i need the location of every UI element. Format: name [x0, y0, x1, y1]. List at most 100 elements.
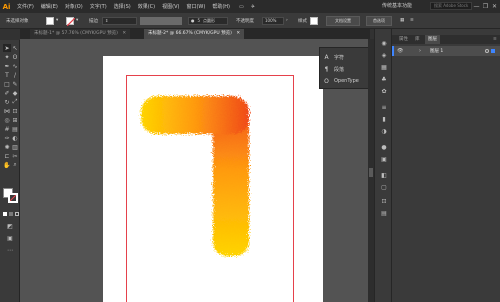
selection-tool-icon[interactable]: ➤ [3, 44, 11, 52]
opacity-dropdown-icon[interactable]: › [286, 18, 288, 23]
preferences-button[interactable]: 首选项 [366, 16, 392, 26]
menu-view[interactable]: 视图(V) [162, 3, 179, 10]
menu-file[interactable]: 文件(F) [17, 3, 34, 10]
menu-select[interactable]: 选择(S) [114, 3, 131, 10]
expand-caret-icon[interactable]: › [419, 48, 421, 54]
brushes-icon[interactable]: ♣ [380, 75, 388, 83]
gradient-panel-icon[interactable]: ▮ [380, 115, 388, 123]
workspace-switcher[interactable]: 传统基本功能 [382, 2, 412, 9]
character-panel-button[interactable]: A 字符 [322, 51, 344, 63]
arrange-documents-icon[interactable]: ▭ [239, 4, 244, 10]
panel-menu-icon[interactable]: ≡ [410, 18, 414, 23]
tab-properties[interactable]: 属性 [396, 35, 411, 44]
line-tool-icon[interactable]: / [11, 71, 19, 79]
stroke-weight-field[interactable]: ⇕ [102, 17, 137, 25]
scrollbar-thumb[interactable] [369, 168, 373, 177]
artboards-icon[interactable]: ▢ [380, 183, 388, 191]
mesh-tool-icon[interactable]: # [3, 125, 11, 133]
curvature-tool-icon[interactable]: ∿ [11, 62, 19, 70]
direct-selection-tool-icon[interactable]: ↖ [11, 44, 19, 52]
slice-tool-icon[interactable]: ✂ [11, 152, 19, 160]
stroke-swatch[interactable] [66, 17, 76, 27]
furry-l-shape[interactable] [135, 90, 255, 265]
visibility-eye-icon[interactable]: 👁 [397, 48, 403, 54]
tab-document-2[interactable]: 未标题-2* @ 66.67% (CMYK/GPU 预览) ✕ [144, 29, 245, 39]
color-mode-icon[interactable] [3, 212, 7, 216]
more-tools-icon[interactable]: ⋯ [6, 246, 14, 254]
document-setup-button[interactable]: 文档设置 [326, 16, 360, 26]
gradient-tool-icon[interactable]: ▤ [11, 125, 19, 133]
tab-document-1[interactable]: 未标题-1* @ 57.76% (CMYK/GPU 预览) ✕ [30, 29, 131, 39]
selection-indicator[interactable] [491, 49, 495, 53]
menu-object[interactable]: 对象(O) [65, 3, 83, 10]
eraser-icon[interactable]: ◆ [11, 89, 19, 97]
layers-panel-tabs: 属性 库 图层 ≡ [392, 35, 500, 44]
draw-mode-icon[interactable]: ◩ [6, 222, 14, 230]
rectangle-tool-icon[interactable]: □ [3, 80, 11, 88]
symbols-icon[interactable]: ✿ [380, 87, 388, 95]
arrange-icon[interactable]: ▦ [400, 18, 404, 23]
none-mode-icon[interactable] [15, 212, 19, 216]
stock-search-input[interactable]: 搜索 Adobe Stock [430, 2, 472, 10]
width-tool-icon[interactable]: ⋈ [3, 107, 11, 115]
layer-row[interactable]: 👁 › 图层 1 [392, 46, 500, 56]
free-transform-icon[interactable]: ⊡ [11, 107, 19, 115]
brush-definition[interactable]: ● 5 点圆形 [188, 17, 228, 25]
hand-tool-icon[interactable]: ✋ [3, 161, 11, 169]
align-icon[interactable]: ▤ [380, 209, 388, 217]
menu-type[interactable]: 文字(T) [90, 3, 107, 10]
opacity-label[interactable]: 不透明度 [236, 18, 254, 24]
transparency-icon[interactable]: ◑ [380, 127, 388, 135]
stroke-dropdown-icon[interactable]: ▾ [76, 18, 78, 23]
tab-close-icon[interactable]: ✕ [122, 31, 126, 36]
menu-edit[interactable]: 编辑(E) [41, 3, 58, 10]
fill-swatch[interactable] [46, 17, 54, 25]
minimize-button[interactable]: — [472, 0, 481, 13]
paragraph-panel-button[interactable]: ¶ 段落 [322, 63, 344, 75]
scale-tool-icon[interactable]: ⤢ [11, 98, 19, 106]
panel-menu-icon[interactable]: ≡ [490, 35, 500, 44]
layer-name[interactable]: 图层 1 [430, 48, 443, 54]
perspective-grid-icon[interactable]: ⊞ [11, 116, 19, 124]
zoom-tool-icon[interactable]: ⌕ [11, 161, 19, 169]
target-circle-icon[interactable] [485, 49, 489, 53]
restore-button[interactable]: ❐ [481, 0, 490, 13]
tab-layers[interactable]: 图层 [425, 35, 440, 44]
stroke-color-swatch[interactable] [8, 193, 18, 203]
paintbrush-icon[interactable]: ✎ [11, 80, 19, 88]
menu-window[interactable]: 窗口(W) [186, 3, 205, 10]
type-tool-icon[interactable]: T [3, 71, 11, 79]
swatches-icon[interactable]: ▦ [380, 63, 388, 71]
magic-wand-icon[interactable]: ✦ [3, 53, 11, 61]
appearance-icon[interactable]: ● [380, 143, 388, 151]
variable-width-profile[interactable] [140, 17, 182, 25]
gradient-mode-icon[interactable] [9, 212, 13, 216]
menu-effect[interactable]: 效果(C) [138, 3, 155, 10]
color-guide-icon[interactable]: ◈ [380, 51, 388, 59]
graphic-style-swatch[interactable] [310, 17, 318, 25]
rotate-tool-icon[interactable]: ↻ [3, 98, 11, 106]
opacity-field[interactable]: 100% [262, 17, 284, 25]
shaper-tool-icon[interactable]: ✐ [3, 89, 11, 97]
lasso-icon[interactable]: ʘ [11, 53, 19, 61]
graphic-styles-icon[interactable]: ▣ [380, 155, 388, 163]
pen-tool-icon[interactable]: ✒ [3, 62, 11, 70]
stroke-panel-icon[interactable]: ≡ [380, 103, 388, 111]
artboard-tool-icon[interactable]: ⊏ [3, 152, 11, 160]
opentype-panel-button[interactable]: O OpenType [322, 75, 359, 87]
symbol-sprayer-icon[interactable]: ✺ [3, 143, 11, 151]
tab-close-icon[interactable]: ✕ [236, 31, 240, 36]
share-icon[interactable]: ✈ [251, 4, 255, 10]
eyedropper-icon[interactable]: ✑ [3, 134, 11, 142]
fill-dropdown-icon[interactable]: ▾ [56, 18, 58, 23]
transform-icon[interactable]: ⊡ [380, 197, 388, 205]
close-button[interactable]: ✕ [490, 0, 499, 13]
layers-panel-icon[interactable]: ◧ [380, 171, 388, 179]
graph-tool-icon[interactable]: ▥ [11, 143, 19, 151]
shape-builder-icon[interactable]: ◎ [3, 116, 11, 124]
tab-libraries[interactable]: 库 [412, 35, 423, 44]
screen-mode-icon[interactable]: ▣ [6, 234, 14, 242]
color-panel-icon[interactable]: ◉ [380, 39, 388, 47]
blend-tool-icon[interactable]: ◐ [11, 134, 19, 142]
menu-help[interactable]: 帮助(H) [212, 3, 230, 10]
